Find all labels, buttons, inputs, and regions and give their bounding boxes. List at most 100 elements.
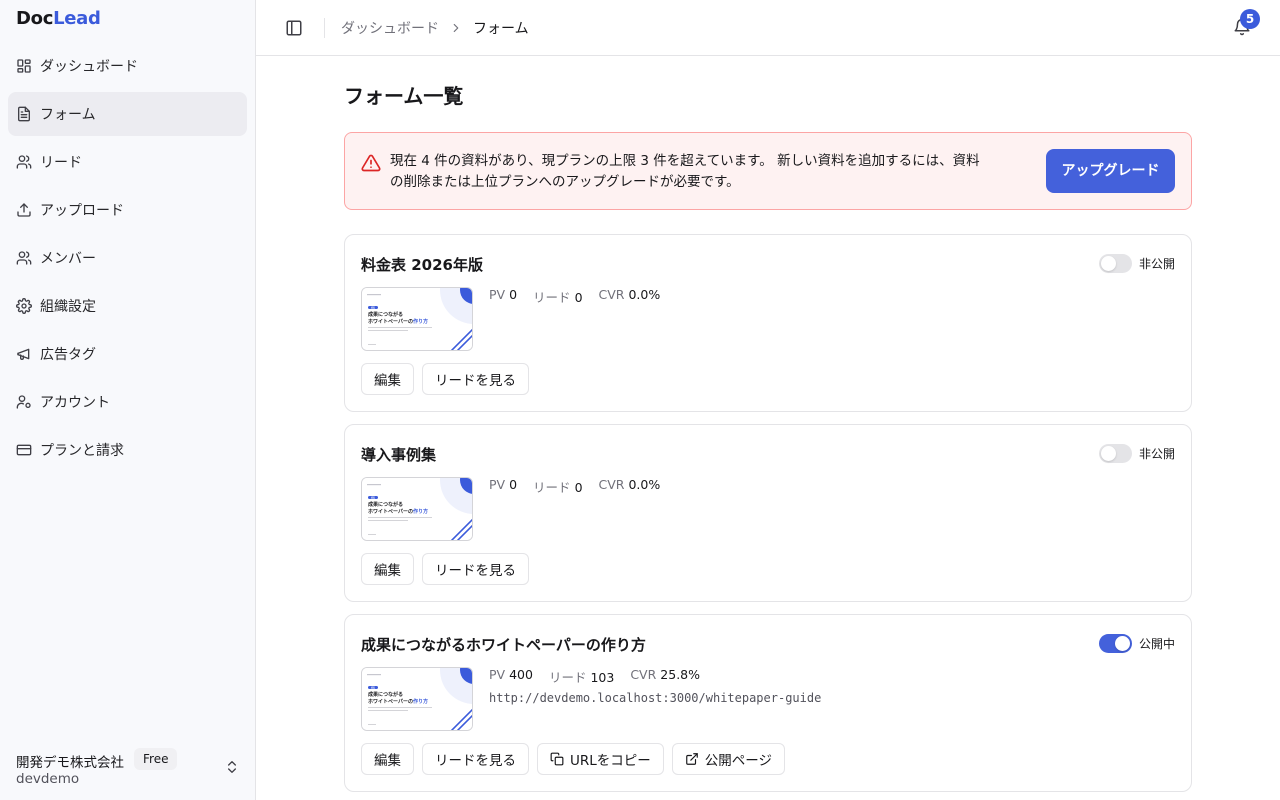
chevrons-up-down-icon	[224, 759, 240, 775]
publish-toggle[interactable]	[1099, 634, 1132, 653]
thumbnail-line2: ホワイトペーパーの作り方	[368, 318, 428, 325]
sidebar-item-label: メンバー	[40, 251, 96, 267]
edit-button[interactable]: 編集	[361, 363, 414, 395]
toggle-knob	[1101, 446, 1116, 461]
thumbnail-line2: ホワイトペーパーの作り方	[368, 508, 428, 515]
sidebar-item-label: アカウント	[40, 395, 110, 411]
upload-icon	[16, 202, 32, 218]
org-name: 開発デモ株式会社	[16, 755, 124, 771]
publish-status: 公開中	[1139, 637, 1176, 651]
sidebar-item-leads[interactable]: リード	[8, 140, 247, 184]
publish-status: 非公開	[1139, 257, 1176, 271]
dashboard-icon	[16, 58, 32, 74]
thumbnail-line2: ホワイトペーパーの作り方	[368, 698, 428, 705]
view-leads-button[interactable]: リードを見る	[422, 743, 529, 775]
page-title: フォーム一覧	[344, 84, 464, 108]
notification-badge: 5	[1240, 9, 1260, 29]
public-url[interactable]: http://devdemo.localhost:3000/whitepaper…	[489, 691, 821, 705]
stat-pv-value: 0	[509, 477, 518, 492]
sidebar-item-label: リード	[40, 155, 82, 171]
sidebar-item-members[interactable]: メンバー	[8, 236, 247, 280]
stat-pv-label: PV	[489, 287, 506, 302]
sidebar-item-org-settings[interactable]: 組織設定	[8, 284, 247, 328]
toggle-knob	[1101, 256, 1116, 271]
stat-leads-label: リード	[533, 480, 571, 495]
public-page-button[interactable]: 公開ページ	[671, 743, 786, 775]
form-thumbnail: 資料 成果につながる ホワイトペーパーの作り方	[361, 287, 473, 351]
form-stats: PV 400 リード 103 CVR 25.8%	[489, 667, 716, 686]
toggle-knob	[1115, 636, 1130, 651]
publish-toggle[interactable]	[1099, 254, 1132, 273]
thumbnail-line1: 成果につながる	[368, 311, 403, 318]
stat-cvr-label: CVR	[598, 477, 625, 492]
alert-message: 現在 4 件の資料があり、現プランの上限 3 件を超えています。 新しい資料を追…	[390, 153, 980, 190]
sidebar-item-forms[interactable]: フォーム	[8, 92, 247, 136]
breadcrumb-dashboard[interactable]: ダッシュボード	[341, 18, 439, 38]
stat-leads-label: リード	[533, 290, 571, 305]
external-link-icon	[685, 752, 699, 766]
form-thumbnail: 資料 成果につながる ホワイトペーパーの作り方	[361, 667, 473, 731]
form-stats: PV 0 リード 0 CVR 0.0%	[489, 477, 676, 496]
stat-leads-value: 0	[574, 480, 583, 495]
publish-status: 非公開	[1139, 447, 1176, 461]
form-stats: PV 0 リード 0 CVR 0.0%	[489, 287, 676, 306]
plan-badge: Free	[134, 748, 178, 770]
sidebar-item-billing[interactable]: プランと請求	[8, 428, 247, 472]
stat-cvr-label: CVR	[630, 667, 657, 682]
stat-leads-label: リード	[548, 670, 587, 685]
copy-url-button[interactable]: URLをコピー	[537, 743, 664, 775]
users-icon	[16, 154, 32, 170]
org-slug: devdemo	[16, 771, 80, 787]
view-leads-button[interactable]: リードを見る	[422, 363, 529, 395]
sidebar-nav: ダッシュボード フォーム リード アップロード メンバー 組織設定 広告タグ ア…	[8, 44, 247, 476]
sidebar-toggle-icon[interactable]	[285, 19, 303, 37]
sidebar-item-label: 組織設定	[40, 299, 96, 315]
stat-leads-value: 0	[574, 290, 583, 305]
chevron-right-icon	[449, 21, 463, 35]
form-card: 導入事例集 非公開 資料 成果につながる ホワイトペーパーの作り方 PV 0 リード 0…	[344, 424, 1192, 602]
stat-cvr-label: CVR	[598, 287, 625, 302]
upgrade-button[interactable]: アップグレード	[1046, 149, 1175, 193]
form-title: 料金表 2026年版	[361, 256, 483, 274]
file-text-icon	[16, 106, 32, 122]
user-cog-icon	[16, 394, 32, 410]
sidebar-item-label: ダッシュボード	[40, 59, 138, 75]
sidebar-item-upload[interactable]: アップロード	[8, 188, 247, 232]
stat-cvr-value: 0.0%	[628, 287, 661, 302]
thumbnail-line1: 成果につながる	[368, 501, 403, 508]
top-header: ダッシュボード フォーム 5	[256, 0, 1280, 56]
plan-limit-alert: 現在 4 件の資料があり、現プランの上限 3 件を超えています。 新しい資料を追…	[344, 132, 1192, 210]
form-actions: 編集 リードを見る	[361, 553, 537, 585]
edit-button[interactable]: 編集	[361, 743, 414, 775]
stat-pv-value: 400	[509, 667, 533, 682]
stat-leads-value: 103	[590, 670, 615, 685]
form-actions: 編集 リードを見る URLをコピー 公開ページ	[361, 743, 793, 775]
members-icon	[16, 250, 32, 266]
credit-card-icon	[16, 442, 32, 458]
sidebar-item-dashboard[interactable]: ダッシュボード	[8, 44, 247, 88]
stat-pv-value: 0	[509, 287, 518, 302]
app-logo[interactable]: DocLead	[16, 8, 101, 29]
stat-cvr-value: 25.8%	[660, 667, 701, 682]
stat-cvr-value: 0.0%	[628, 477, 661, 492]
sidebar-item-ad-tags[interactable]: 広告タグ	[8, 332, 247, 376]
publish-toggle[interactable]	[1099, 444, 1132, 463]
thumbnail-line1: 成果につながる	[368, 691, 403, 698]
view-leads-button[interactable]: リードを見る	[422, 553, 529, 585]
breadcrumb: ダッシュボード フォーム	[341, 17, 529, 39]
form-title: 導入事例集	[361, 446, 437, 464]
sidebar: DocLead ダッシュボード フォーム リード アップロード メンバー 組織設…	[0, 0, 256, 800]
form-thumbnail: 資料 成果につながる ホワイトペーパーの作り方	[361, 477, 473, 541]
form-card: 料金表 2026年版 非公開 資料 成果につながる ホワイトペーパーの作り方 PV 0…	[344, 234, 1192, 412]
sidebar-item-label: 広告タグ	[40, 347, 96, 363]
warning-icon	[361, 153, 381, 173]
form-actions: 編集 リードを見る	[361, 363, 537, 395]
sidebar-item-label: フォーム	[40, 107, 96, 123]
edit-button[interactable]: 編集	[361, 553, 414, 585]
breadcrumb-current: フォーム	[473, 21, 529, 37]
org-switcher[interactable]: 開発デモ株式会社 Free devdemo	[16, 748, 240, 788]
sidebar-item-account[interactable]: アカウント	[8, 380, 247, 424]
megaphone-icon	[16, 346, 32, 362]
sidebar-item-label: プランと請求	[40, 443, 124, 459]
header-divider	[324, 18, 325, 38]
